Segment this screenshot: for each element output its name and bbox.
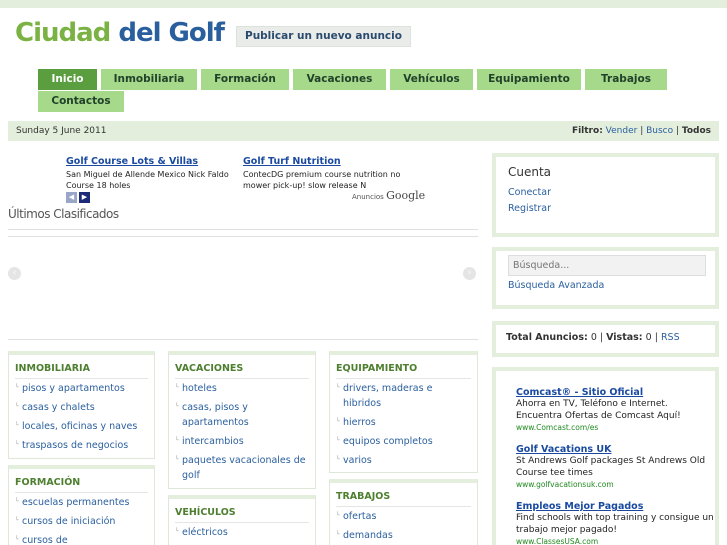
top-ad-text: ContecDG premium course nutrition no mow… <box>243 170 401 190</box>
category-title[interactable]: VACACIONES <box>175 359 309 379</box>
subcategory-link[interactable]: eléctricos <box>175 523 309 542</box>
subcategory-link[interactable]: varios <box>336 451 471 470</box>
account-title: Cuenta <box>508 165 552 179</box>
ad-prev-icon[interactable]: ◀ <box>66 192 77 203</box>
subcategory-link[interactable]: paquetes vacacionales de golf <box>175 451 309 485</box>
tab-formacion[interactable]: Formación <box>201 69 289 90</box>
subcategory-link[interactable]: casas y chalets <box>15 398 148 417</box>
tab-equipamiento[interactable]: Equipamiento <box>477 69 581 90</box>
tab-contactos[interactable]: Contactos <box>38 91 124 112</box>
subcategory-link[interactable]: cursos de <box>15 531 148 545</box>
subcategory-link[interactable]: casas, pisos y apartamentos <box>175 398 309 432</box>
category-title[interactable]: TRABAJOS <box>336 487 471 507</box>
filter-group: Filtro: Vender | Busco | Todos <box>571 126 711 136</box>
category-trabajos: TRABAJOS ofertas demandas <box>329 479 478 545</box>
top-ad-title[interactable]: Golf Course Lots & Villas <box>66 156 242 167</box>
sidebar-ad-title[interactable]: Empleos Mejor Pagados <box>516 501 715 512</box>
top-ad-title[interactable]: Golf Turf Nutrition <box>243 156 419 167</box>
category-formacion: FORMACIÓN escuelas permanentes cursos de… <box>8 465 155 545</box>
stats-line: Total Anuncios: 0 | Vistas: 0 | RSS <box>506 332 680 343</box>
current-date: Sunday 5 June 2011 <box>16 126 107 136</box>
filter-todos[interactable]: Todos <box>682 126 711 136</box>
carousel-next-icon[interactable]: › <box>463 267 476 280</box>
views-label: Vistas: <box>606 332 643 343</box>
tab-trabajos[interactable]: Trabajos <box>585 69 667 90</box>
category-title[interactable]: VEHÍCULOS <box>175 503 309 523</box>
logo-word-2: del Golf <box>118 18 225 48</box>
filter-label: Filtro <box>571 126 600 136</box>
ads-brand-name: Google <box>386 189 426 202</box>
subcategory-link[interactable]: traspasos de negocios <box>15 436 148 455</box>
views-value: 0 <box>645 332 652 343</box>
filter-vender[interactable]: Vender <box>606 126 638 136</box>
sidebar-ad-text: Find schools with top training y consigu… <box>516 513 714 535</box>
search-box: Búsqueda Avanzada <box>492 247 719 309</box>
sidebar-ad-text: Ahorra en TV, Teléfono e Internet. Encue… <box>516 399 681 421</box>
subcategory-link[interactable]: hierros <box>336 413 471 432</box>
subcategory-link[interactable]: cursos de iniciación <box>15 512 148 531</box>
divider <box>8 236 478 237</box>
account-box: Cuenta Conectar Registrar <box>492 153 719 237</box>
category-title[interactable]: FORMACIÓN <box>15 473 148 493</box>
top-ad: Golf Turf Nutrition ContecDG premium cou… <box>243 156 419 191</box>
advanced-search-link[interactable]: Búsqueda Avanzada <box>508 278 715 294</box>
sidebar-ad-text: St Andrews Golf packages St Andrews Old … <box>516 456 706 478</box>
sidebar-ad-url[interactable]: www.ClassesUSA.com <box>516 536 715 545</box>
category-vehiculos: VEHÍCULOS eléctricos <box>168 495 316 545</box>
search-input[interactable] <box>508 255 706 276</box>
top-ad: Golf Course Lots & Villas San Miguel de … <box>66 156 242 191</box>
logo-word-1: Ciudad <box>15 18 111 48</box>
subcategory-link[interactable]: demandas <box>336 526 471 545</box>
carousel-prev-icon[interactable]: ‹ <box>8 267 21 280</box>
subcategory-link[interactable]: drivers, maderas e hibridos <box>336 379 471 413</box>
tab-vehiculos[interactable]: Vehículos <box>390 69 473 90</box>
ads-brand-prefix: Anuncios <box>352 193 384 201</box>
category-title[interactable]: EQUIPAMIENTO <box>336 359 471 379</box>
total-ads-value: 0 <box>590 332 597 343</box>
register-link[interactable]: Registrar <box>508 201 715 217</box>
subcategory-link[interactable]: intercambios <box>175 432 309 451</box>
sidebar-ads: Comcast® - Sitio Oficial Ahorra en TV, T… <box>492 367 719 545</box>
login-link[interactable]: Conectar <box>508 185 715 201</box>
top-accent-bar <box>0 0 727 8</box>
publish-ad-button[interactable]: Publicar un nuevo anuncio <box>236 26 411 47</box>
subcategory-link[interactable]: hoteles <box>175 379 309 398</box>
rss-link[interactable]: RSS <box>661 332 680 343</box>
category-equipamiento: EQUIPAMIENTO drivers, maderas e hibridos… <box>329 351 478 473</box>
date-filter-bar: Sunday 5 June 2011 Filtro: Vender | Busc… <box>8 121 719 141</box>
divider <box>8 229 478 230</box>
category-title[interactable]: INMOBILIARIA <box>15 359 148 379</box>
sidebar-ad: Empleos Mejor Pagados Find schools with … <box>516 501 715 545</box>
tab-vacaciones[interactable]: Vacaciones <box>293 69 386 90</box>
subcategory-link[interactable]: equipos completos <box>336 432 471 451</box>
divider <box>8 339 478 340</box>
sidebar-ad: Golf Vacations UK St Andrews Golf packag… <box>516 444 715 491</box>
sidebar-ad-title[interactable]: Comcast® - Sitio Oficial <box>516 387 715 398</box>
top-ad-text: San Miguel de Allende Mexico Nick Faldo … <box>66 170 229 190</box>
ad-next-icon[interactable]: ▶ <box>79 192 90 203</box>
sidebar-ad-url[interactable]: www.golfvacationsuk.com <box>516 479 715 491</box>
subcategory-link[interactable]: escuelas permanentes <box>15 493 148 512</box>
sidebar-ad-title[interactable]: Golf Vacations UK <box>516 444 715 455</box>
ad-pager: ◀ ▶ <box>66 191 92 203</box>
google-ads-brand[interactable]: Anuncios Google <box>352 189 425 202</box>
subcategory-link[interactable]: locales, oficinas y naves <box>15 417 148 436</box>
sidebar-ad: Comcast® - Sitio Oficial Ahorra en TV, T… <box>516 387 715 434</box>
stats-box: Total Anuncios: 0 | Vistas: 0 | RSS <box>492 321 719 357</box>
total-ads-label: Total Anuncios: <box>506 332 588 343</box>
sidebar-ad-url[interactable]: www.Comcast.com/es <box>516 422 715 434</box>
tab-inicio[interactable]: Inicio <box>38 69 97 90</box>
category-vacaciones: VACACIONES hoteles casas, pisos y aparta… <box>168 351 316 489</box>
site-logo[interactable]: Ciudad del Golf <box>15 18 225 48</box>
subcategory-link[interactable]: pisos y apartamentos <box>15 379 148 398</box>
category-inmobiliaria: INMOBILIARIA pisos y apartamentos casas … <box>8 351 155 459</box>
latest-listings-title: Últimos Clasificados <box>8 207 119 221</box>
filter-busco[interactable]: Busco <box>646 126 673 136</box>
tab-inmobiliaria[interactable]: Inmobiliaria <box>101 69 197 90</box>
subcategory-link[interactable]: ofertas <box>336 507 471 526</box>
